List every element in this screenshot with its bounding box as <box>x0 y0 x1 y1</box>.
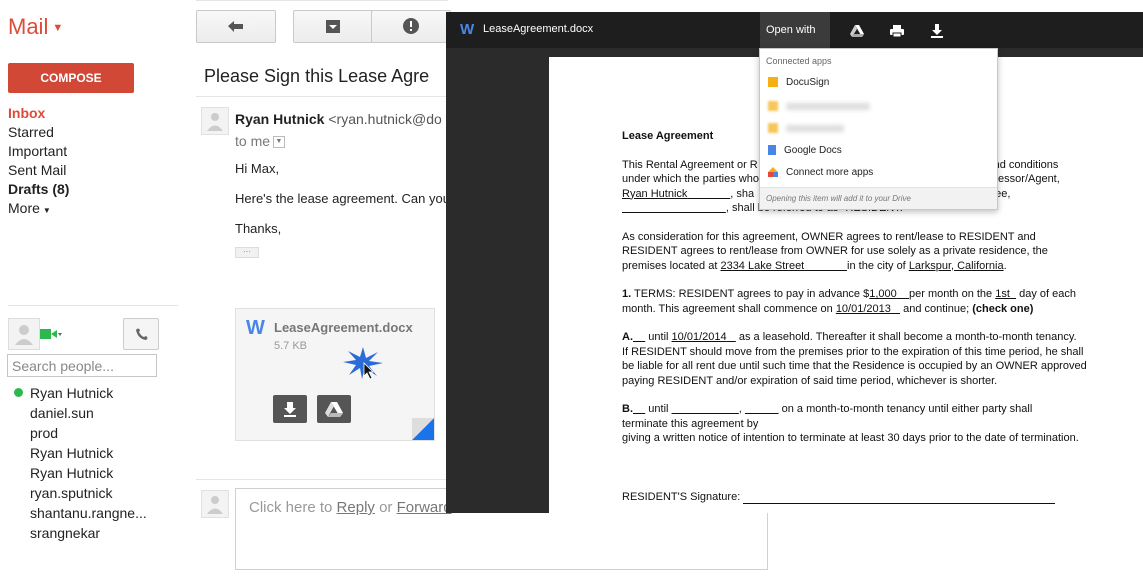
print-icon[interactable] <box>890 24 904 38</box>
nav-item-more[interactable]: More ▼ <box>8 199 178 220</box>
divider <box>8 305 178 306</box>
compose-button[interactable]: COMPOSE <box>8 63 134 93</box>
contact-list: Ryan Hutnick daniel.sun prod Ryan Hutnic… <box>14 383 174 543</box>
divider <box>196 96 448 97</box>
sender-email: <ryan.hutnick@do <box>328 111 442 127</box>
download-icon[interactable] <box>930 24 944 38</box>
click-burst-icon <box>343 347 383 380</box>
blurred-app-icon <box>768 101 778 111</box>
back-arrow-icon <box>228 21 243 32</box>
doc-paragraph: As consideration for this agreement, OWN… <box>622 230 1048 272</box>
nav-item-important[interactable]: Important <box>8 142 178 161</box>
avatar <box>201 490 229 518</box>
docusign-icon <box>768 77 778 88</box>
contact-item[interactable]: prod <box>14 423 174 443</box>
contact-item[interactable]: daniel.sun <box>14 403 174 423</box>
reply-link[interactable]: Reply <box>337 499 375 516</box>
show-trimmed-content-button[interactable]: ··· <box>235 247 259 258</box>
contact-item[interactable]: srangnekar <box>14 523 174 543</box>
person-icon <box>207 496 223 514</box>
report-spam-button[interactable] <box>371 10 451 43</box>
details-dropdown-icon[interactable]: ▼ <box>273 136 286 149</box>
nav-list: Inbox Starred Important Sent Mail Drafts… <box>8 104 178 220</box>
video-chat-icon[interactable] <box>40 327 62 339</box>
divider <box>196 0 448 1</box>
blurred-menu-item[interactable] <box>786 103 870 110</box>
divider <box>196 479 448 480</box>
attachment-download-button[interactable] <box>273 395 307 423</box>
sender-line: Ryan Hutnick <ryan.hutnick@do <box>235 111 442 127</box>
viewer-title: LeaseAgreement.docx <box>483 23 594 35</box>
forward-link[interactable]: Forward <box>397 499 452 516</box>
menu-item-docusign[interactable]: DocuSign <box>768 77 829 88</box>
sender-name[interactable]: Ryan Hutnick <box>235 111 324 127</box>
chevron-down-icon: ▼ <box>42 206 51 215</box>
contact-item[interactable]: shantanu.rangne... <box>14 503 174 523</box>
doc-paragraph: A. until 10/01/2014 as a leasehold. Ther… <box>622 331 1087 387</box>
connect-apps-icon <box>768 167 778 178</box>
contact-item[interactable]: Ryan Hutnick <box>14 383 174 403</box>
nav-item-sent[interactable]: Sent Mail <box>8 161 178 180</box>
nav-item-starred[interactable]: Starred <box>8 123 178 142</box>
phone-call-button[interactable] <box>123 318 159 350</box>
attachment-name: LeaseAgreement.docx <box>274 320 413 335</box>
doc-signature-line: RESIDENT'S Signature: <box>622 490 1102 504</box>
person-icon <box>207 113 223 131</box>
page-fold-icon <box>412 418 434 440</box>
open-with-button[interactable]: Open with <box>760 12 830 72</box>
alert-icon <box>403 18 419 34</box>
attachment-card[interactable]: W LeaseAgreement.docx 5.7 KB <box>235 308 435 441</box>
viewer-background <box>446 48 549 513</box>
doc-paragraph: 1. TERMS: RESIDENT agrees to pay in adva… <box>622 288 1076 315</box>
email-subject: Please Sign this Lease Agre <box>204 66 430 86</box>
blurred-menu-item[interactable] <box>786 125 844 132</box>
menu-header: Connected apps <box>766 56 832 66</box>
avatar[interactable] <box>8 318 40 350</box>
nav-item-inbox[interactable]: Inbox <box>8 104 178 123</box>
contact-item[interactable]: Ryan Hutnick <box>14 463 174 483</box>
google-docs-icon <box>768 145 776 156</box>
download-icon <box>284 402 296 417</box>
search-people-input[interactable] <box>7 354 157 377</box>
email-body-line: Here's the lease agreement. Can you <box>235 191 450 206</box>
word-doc-icon: W <box>460 21 475 38</box>
recipient-line: to me ▼ <box>235 133 286 149</box>
contact-item[interactable]: ryan.sputnick <box>14 483 174 503</box>
person-icon <box>15 325 33 345</box>
chevron-down-icon: ▼ <box>52 22 64 35</box>
drive-icon <box>325 402 343 417</box>
menu-footer-note: Opening this item will add it to your Dr… <box>760 187 997 209</box>
attachment-size: 5.7 KB <box>274 340 308 352</box>
email-body-line: Thanks, <box>235 221 282 236</box>
avatar <box>201 107 229 135</box>
phone-icon <box>136 328 148 340</box>
word-doc-icon: W <box>246 317 265 339</box>
archive-button[interactable] <box>293 10 373 43</box>
menu-item-google-docs[interactable]: Google Docs <box>768 145 842 156</box>
menu-item-connect-more-apps[interactable]: Connect more apps <box>768 167 873 178</box>
email-body-line: Hi Max, <box>235 161 280 176</box>
mail-brand-menu[interactable]: Mail ▼ <box>8 14 63 40</box>
attachment-save-to-drive-button[interactable] <box>317 395 351 423</box>
archive-icon <box>326 20 340 33</box>
open-with-menu: Connected apps DocuSign Google Docs Conn… <box>759 48 998 210</box>
doc-paragraph: B. until , on a month-to-month tenancy u… <box>622 403 1079 444</box>
drive-icon[interactable] <box>850 24 864 38</box>
back-button[interactable] <box>196 10 276 43</box>
contact-item[interactable]: Ryan Hutnick <box>14 443 174 463</box>
nav-item-drafts[interactable]: Drafts (8) <box>8 180 178 199</box>
blurred-app-icon <box>768 123 778 133</box>
viewer-toolbar: W LeaseAgreement.docx Open with <box>446 12 1143 72</box>
